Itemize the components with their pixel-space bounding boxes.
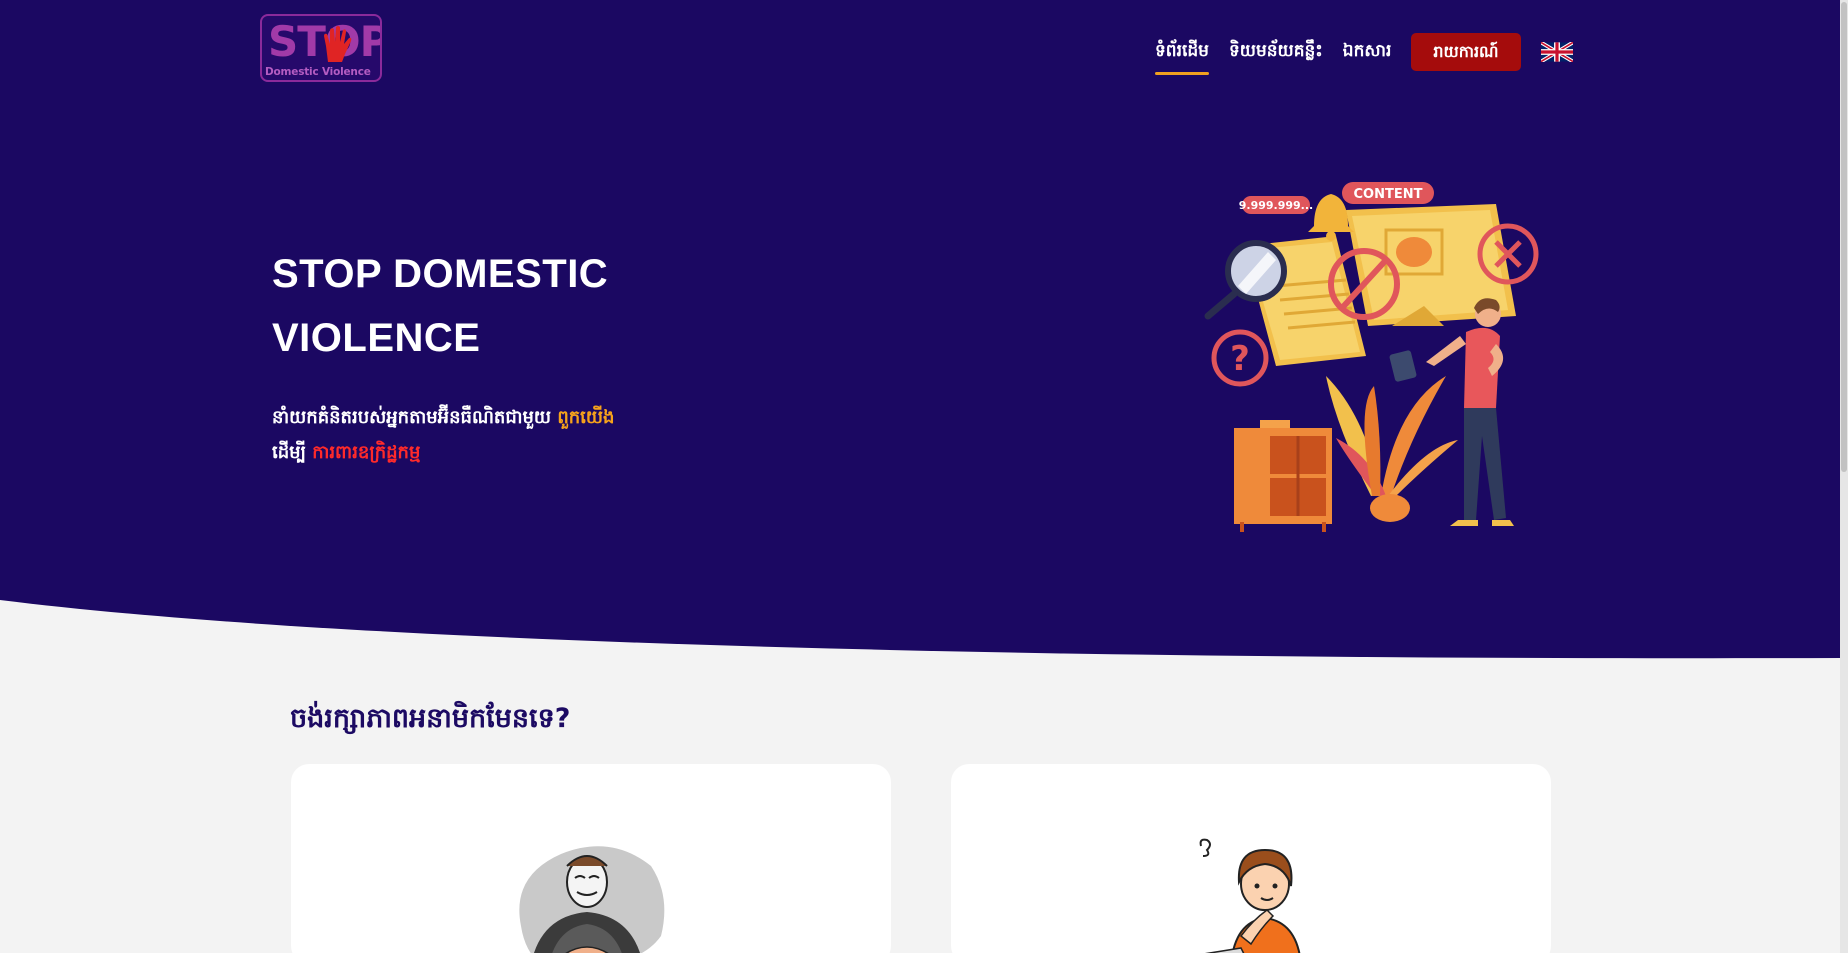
- section-title: ចង់រក្សាភាពអនាមិកមែនទេ?: [290, 703, 571, 734]
- thinking-person-illustration: [1199, 838, 1301, 953]
- svg-text:?: ?: [1230, 339, 1250, 379]
- hero-subtitle: នាំយកគំនិតរបស់អ្នកតាមអ៊ីនធឺណិតជាមួយ ពួកយ…: [272, 400, 752, 470]
- main-nav: ទំព័រដើម ទិយមន័យគន្លឹះ ឯកសារ រាយការណ៍: [1155, 33, 1573, 75]
- hero-illustration: ? 9.999.999... CONTENT: [1204, 182, 1539, 532]
- nav-item-home[interactable]: ទំព័រដើម: [1155, 40, 1209, 75]
- count-badge-text: 9.999.999...: [1239, 199, 1313, 212]
- page-scrollbar[interactable]: [1840, 0, 1848, 953]
- site-logo[interactable]: STOP Domestic Violence: [260, 14, 382, 82]
- logo-subtext: Domestic Violence: [265, 66, 371, 78]
- hero-highlight-prevent-crime: ការពារឧក្រិដ្ឋកម្ម: [312, 442, 421, 463]
- anonymous-option-card[interactable]: [291, 764, 891, 953]
- cabinet-illustration: [1234, 420, 1332, 532]
- person-illustration: [1389, 298, 1514, 526]
- hand-icon: [324, 26, 352, 62]
- hero-highlight-us: ពួកយើង: [557, 407, 615, 428]
- masked-person-illustration: [519, 846, 665, 953]
- scrollbar-thumb[interactable]: [1841, 2, 1847, 472]
- identified-option-card[interactable]: [951, 764, 1551, 953]
- hero-title-line2: VIOLENCE: [272, 316, 481, 360]
- plant-illustration: [1326, 376, 1458, 522]
- hero-title: STOP DOMESTIC VIOLENCE: [272, 242, 792, 370]
- hero-subtitle-text1: នាំយកគំនិតរបស់អ្នកតាមអ៊ីនធឺណិតជាមួយ: [272, 407, 558, 428]
- uk-flag-icon[interactable]: [1540, 42, 1573, 62]
- content-badge-text: CONTENT: [1354, 187, 1423, 202]
- hero-subtitle-text2: ដើម្បី: [272, 442, 313, 463]
- nav-item-documents[interactable]: ឯកសារ: [1343, 40, 1392, 65]
- question-icon: ?: [1211, 329, 1269, 387]
- hero-section: STOP Domestic Violence ទំព័រដើម ទិយមន័យគ…: [0, 0, 1840, 662]
- report-button[interactable]: រាយការណ៍: [1411, 33, 1521, 71]
- nav-item-key-definitions[interactable]: ទិយមន័យគន្លឹះ: [1229, 40, 1323, 65]
- hero-title-line1: STOP DOMESTIC: [272, 252, 609, 296]
